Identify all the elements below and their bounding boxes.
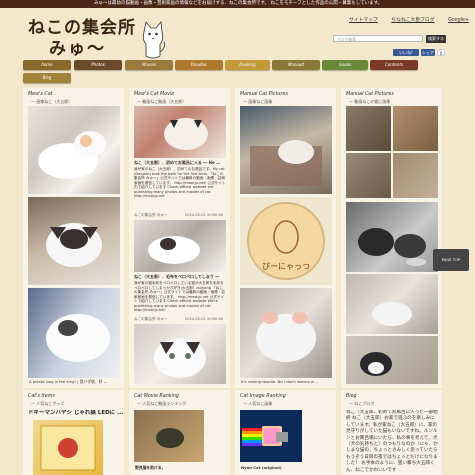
post-title[interactable]: ねこ（大五郎）、毛布をペロペロしてしまう ― (134, 274, 226, 280)
column-title: Manual Cat Pictures (240, 92, 288, 97)
cat-photo[interactable] (28, 288, 120, 378)
share-count: 0 (437, 49, 445, 56)
post-body: 我が家のねこ（大五郎）、初めてのお風呂です。My cat (Daigoro) t… (134, 167, 226, 198)
nav-photos[interactable]: Photos (74, 60, 122, 70)
nav-blog[interactable]: Blog (23, 73, 71, 83)
facebook-like-button[interactable]: いいね! 1,230 (393, 49, 419, 62)
cat-thumbnail[interactable] (393, 153, 438, 198)
post-date: 2014-02-01 20:00:05 (185, 317, 224, 321)
cat-photo[interactable] (346, 202, 438, 272)
sleeping-cat-illustration (38, 131, 106, 179)
share-button[interactable]: シェア (421, 49, 435, 56)
cat-thumbnail[interactable] (393, 106, 438, 151)
section-subtitle: — 人気ねこグッズ (31, 401, 65, 406)
cat-photo[interactable] (28, 197, 120, 285)
cat-paws-illustration (256, 312, 316, 362)
cat-photo[interactable] (240, 288, 332, 378)
blog-link[interactable]: ぢなねこ大臣ブログ (391, 18, 434, 23)
rescue-cat-illustration (156, 428, 184, 448)
post-title[interactable]: ねこ（大五郎）、初めてお風呂に入る ― He ... (134, 160, 226, 166)
cats-eating-illustration (358, 228, 426, 266)
nyan-cat-illustration (242, 426, 288, 446)
section-subtitle: — ねこブログ (349, 401, 375, 406)
section-subtitle: — 人気ねこ画像 (243, 401, 273, 406)
cats-in-room-illustration (372, 302, 412, 326)
video-thumbnail[interactable] (134, 324, 226, 384)
post-date: 2014-02-01 20:00:00 (185, 213, 224, 217)
section-subtitle: — 人気ねこ動画ランキング (137, 401, 187, 406)
cat-thumbnail[interactable] (346, 153, 391, 198)
sitemap-link[interactable]: サイトマップ (349, 18, 378, 23)
section-title: Blog (346, 394, 357, 399)
nav-doodles[interactable]: Doodles (175, 60, 223, 70)
site-logo[interactable]: ねこの集会所 みゅ〜 (28, 12, 165, 60)
nav-home[interactable]: home (23, 60, 71, 70)
site-title-line2: みゅ〜 (49, 39, 106, 59)
site-header: ねこの集会所 みゅ〜 サイトマップ ぢなねこ大臣ブログ Google+ ブログ検… (0, 8, 475, 62)
photo-caption: It's raining doodle. No I don't wanna w … (241, 379, 319, 384)
product-image[interactable] (33, 420, 103, 475)
announcement-text: みゅ〜は最幼の猫動画・画像・芸術家画の情報などをお届けする、ねこの集会所です。 … (94, 1, 383, 6)
column-title: Mew's Cat (28, 92, 53, 97)
nav-movies[interactable]: Movies (125, 60, 173, 70)
cat-thumbnail[interactable] (346, 106, 391, 151)
post-author: ねこの集会所 みゅ〜 (134, 213, 168, 217)
cat-photo[interactable] (346, 336, 438, 384)
blog-excerpt[interactable]: ねこ（大五郎、初めてお風呂に入った一部始終 ねこ（大五郎）お家で遊ぶのを楽しみに… (346, 410, 438, 474)
column-subtitle: — 画像ねこ画像 (243, 99, 273, 104)
column-subtitle: — 動画ねこの猫に画像 (349, 99, 391, 104)
main-navigation: home Photos Movies Doodles Ranking Manua… (0, 60, 475, 86)
nav-manualt[interactable]: Manualt (272, 60, 320, 70)
cat-photo[interactable] (346, 274, 438, 334)
google-plus-link[interactable]: Google+ (448, 18, 469, 23)
column-title: Manual Cat Pictures (346, 92, 394, 97)
ranking-thumbnail[interactable] (134, 410, 204, 462)
column-subtitle: — 動画ねこ動画（大五郎） (137, 99, 187, 104)
ranking-thumbnail[interactable] (240, 410, 302, 462)
cat-photo[interactable] (240, 106, 332, 194)
section-cat-image-ranking: Cat Image Ranking — 人気ねこ画像 Nyan Cat (ori… (235, 390, 336, 475)
search-input[interactable]: ブログ検索 (333, 35, 423, 42)
cat-closeup-illustration (154, 338, 206, 378)
section-cat-items: Cat's Items — 人気ねこグッズ ドギーマンハヤシ じゃれ猫 LEDに… (23, 390, 124, 475)
cat-mascot-icon (142, 21, 165, 59)
section-cat-movie-ranking: Cat Movie Ranking — 人気ねこ動画ランキング 野良猫を助ける。 (129, 390, 230, 475)
section-title: Cat's Items (28, 394, 55, 399)
video-thumbnail[interactable] (134, 106, 226, 158)
video-thumbnail[interactable] (134, 220, 226, 272)
nav-ranking[interactable]: Ranking (225, 60, 270, 70)
led-toy-illustration (40, 425, 96, 471)
svg-text:ぴーにゃっつ: ぴーにゃっつ (262, 262, 310, 271)
cat-on-blanket-illustration (250, 140, 322, 186)
page-top-button[interactable]: PAGE TOP (433, 249, 469, 271)
blanket-cat-illustration (148, 236, 200, 264)
post-body: 我が家の猫毛布をペロペロしている猫が大五郎を毛布をペロペロしてしまうから好き(大… (134, 281, 225, 312)
column-title: Mew's Cat Movie (134, 92, 175, 97)
section-title: Cat Movie Ranking (134, 394, 179, 399)
nav-goods[interactable]: Goods (322, 60, 368, 70)
bathing-cat-illustration (164, 118, 208, 150)
photo-caption: A plastic bag is the king! | 我ジダ袋、好 ... (29, 379, 108, 384)
section-title: Cat Image Ranking (240, 394, 286, 399)
column-mews-cat-movie: Mew's Cat Movie — 動画ねこ動画（大五郎） ねこ（大五郎）、初め… (129, 88, 230, 388)
product-headline[interactable]: ドギーマンハヤシ じゃれ猫 LEDに ... (28, 410, 123, 418)
cat-photo[interactable] (28, 106, 120, 194)
nav-contents[interactable]: Contents (370, 60, 418, 70)
column-mews-cat: Mew's Cat — 画像ねこ（大五郎） A plastic bag is t… (23, 88, 124, 388)
column-manual-cat-pictures: Manual Cat Pictures — 画像ねこ画像 ぴーにゃっつ It's… (235, 88, 336, 388)
cat-cookie-illustration: ぴーにゃっつ (247, 202, 325, 280)
cat-in-bag-illustration (46, 314, 110, 362)
cat-cookie-photo[interactable]: ぴーにゃっつ (240, 197, 332, 285)
header-links: サイトマップ ぢなねこ大臣ブログ Google+ (337, 16, 469, 23)
ranking-caption[interactable]: Nyan Cat (original) (241, 465, 333, 471)
column-manual-cat-pictures-2: Manual Cat Pictures — 動画ねこの猫に画像 (341, 88, 442, 388)
post-author: ねこの集会所 みゅ〜 (134, 317, 168, 321)
search-button[interactable]: 検索する (426, 35, 446, 43)
ranking-caption[interactable]: 野良猫を助ける。 (135, 465, 227, 471)
top-announcement-bar: みゅ〜は最幼の猫動画・画像・芸術家画の情報などをお届けする、ねこの集会所です。 … (0, 0, 475, 8)
section-blog: Blog — ねこブログ ねこ（大五郎、初めてお風呂に入った一部始終 ねこ（大五… (341, 390, 442, 475)
column-subtitle: — 画像ねこ（大五郎） (31, 99, 73, 104)
cat-face-illustration (46, 223, 102, 267)
cat-lying-illustration (360, 352, 392, 376)
